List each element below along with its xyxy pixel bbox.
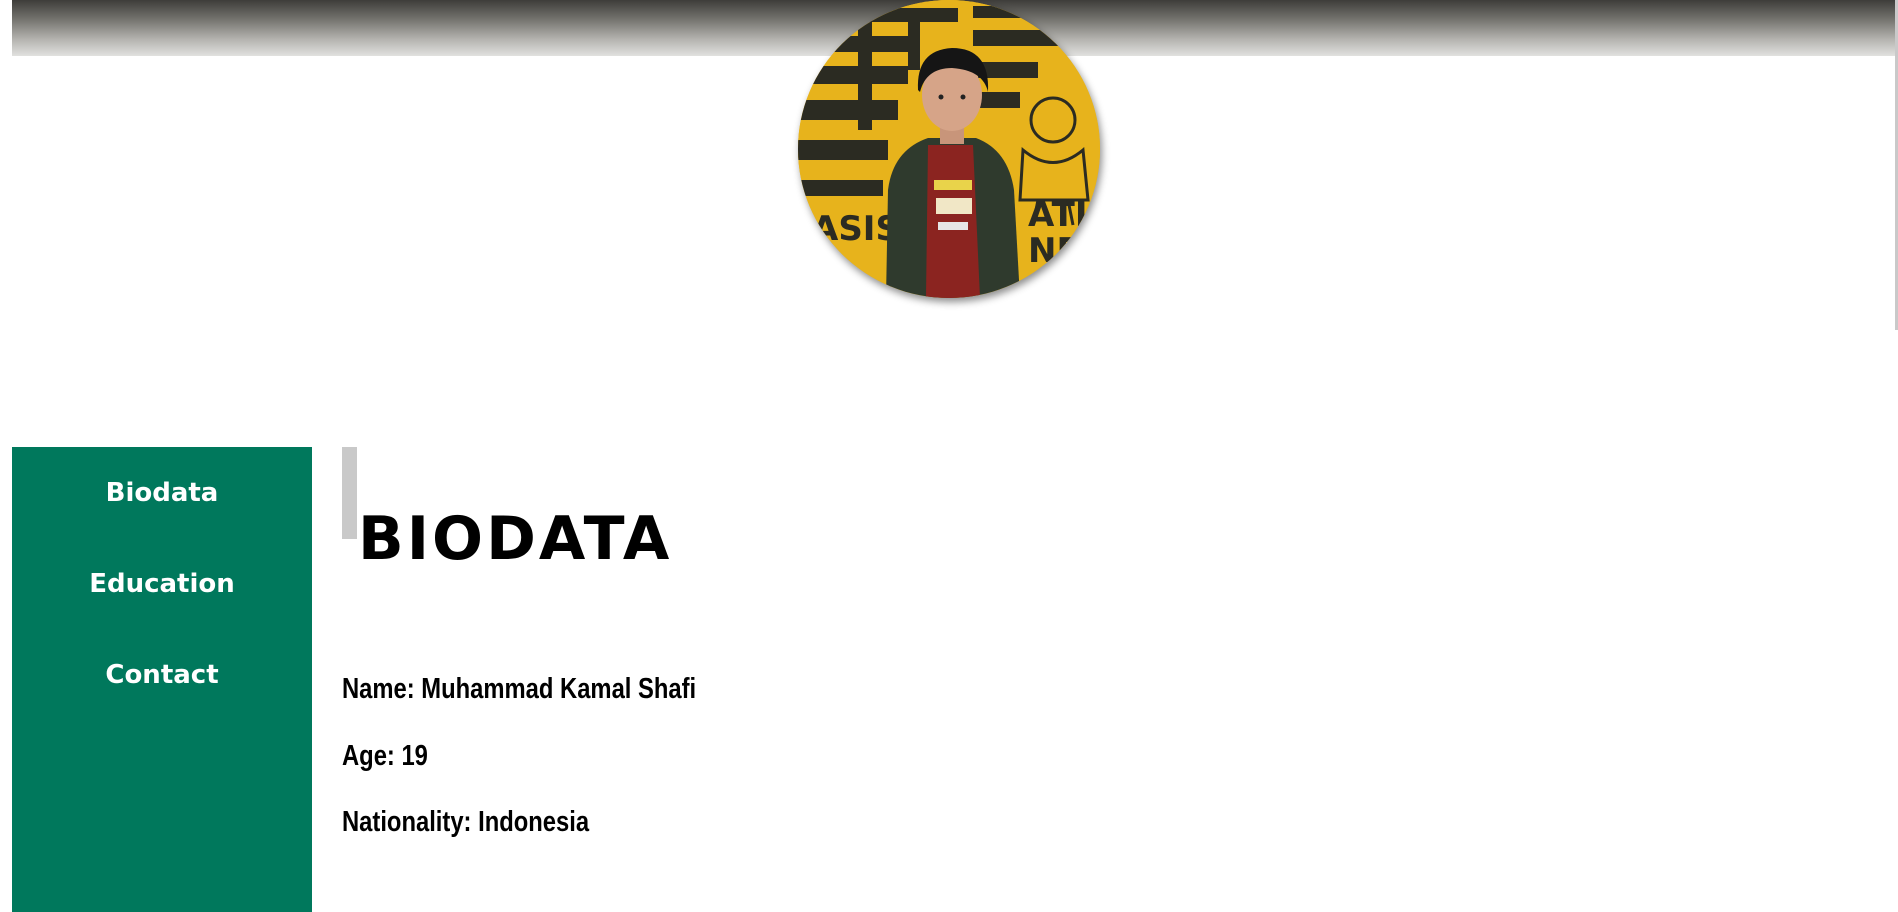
avatar-photo: ASISW ATI T NE [798, 0, 1100, 298]
nationality-line: Nationality: Indonesia [342, 806, 590, 838]
sidebar-item-contact[interactable]: Contact [12, 629, 312, 720]
avatar: ASISW ATI T NE [798, 0, 1100, 298]
sidebar-nav: Biodata Education Contact [12, 447, 312, 912]
age-line: Age: 19 [342, 740, 428, 772]
svg-text:T: T [818, 249, 842, 289]
page-title: BIODATA [358, 504, 673, 574]
svg-text:NE: NE [1028, 231, 1080, 271]
name-line: Name: Muhammad Kamal Shafi [342, 673, 697, 705]
sidebar-item-education[interactable]: Education [12, 538, 312, 629]
title-accent-bar [342, 447, 357, 539]
page: ASISW ATI T NE Biodata Education Contact… [0, 0, 1898, 912]
sidebar-item-biodata[interactable]: Biodata [12, 447, 312, 538]
